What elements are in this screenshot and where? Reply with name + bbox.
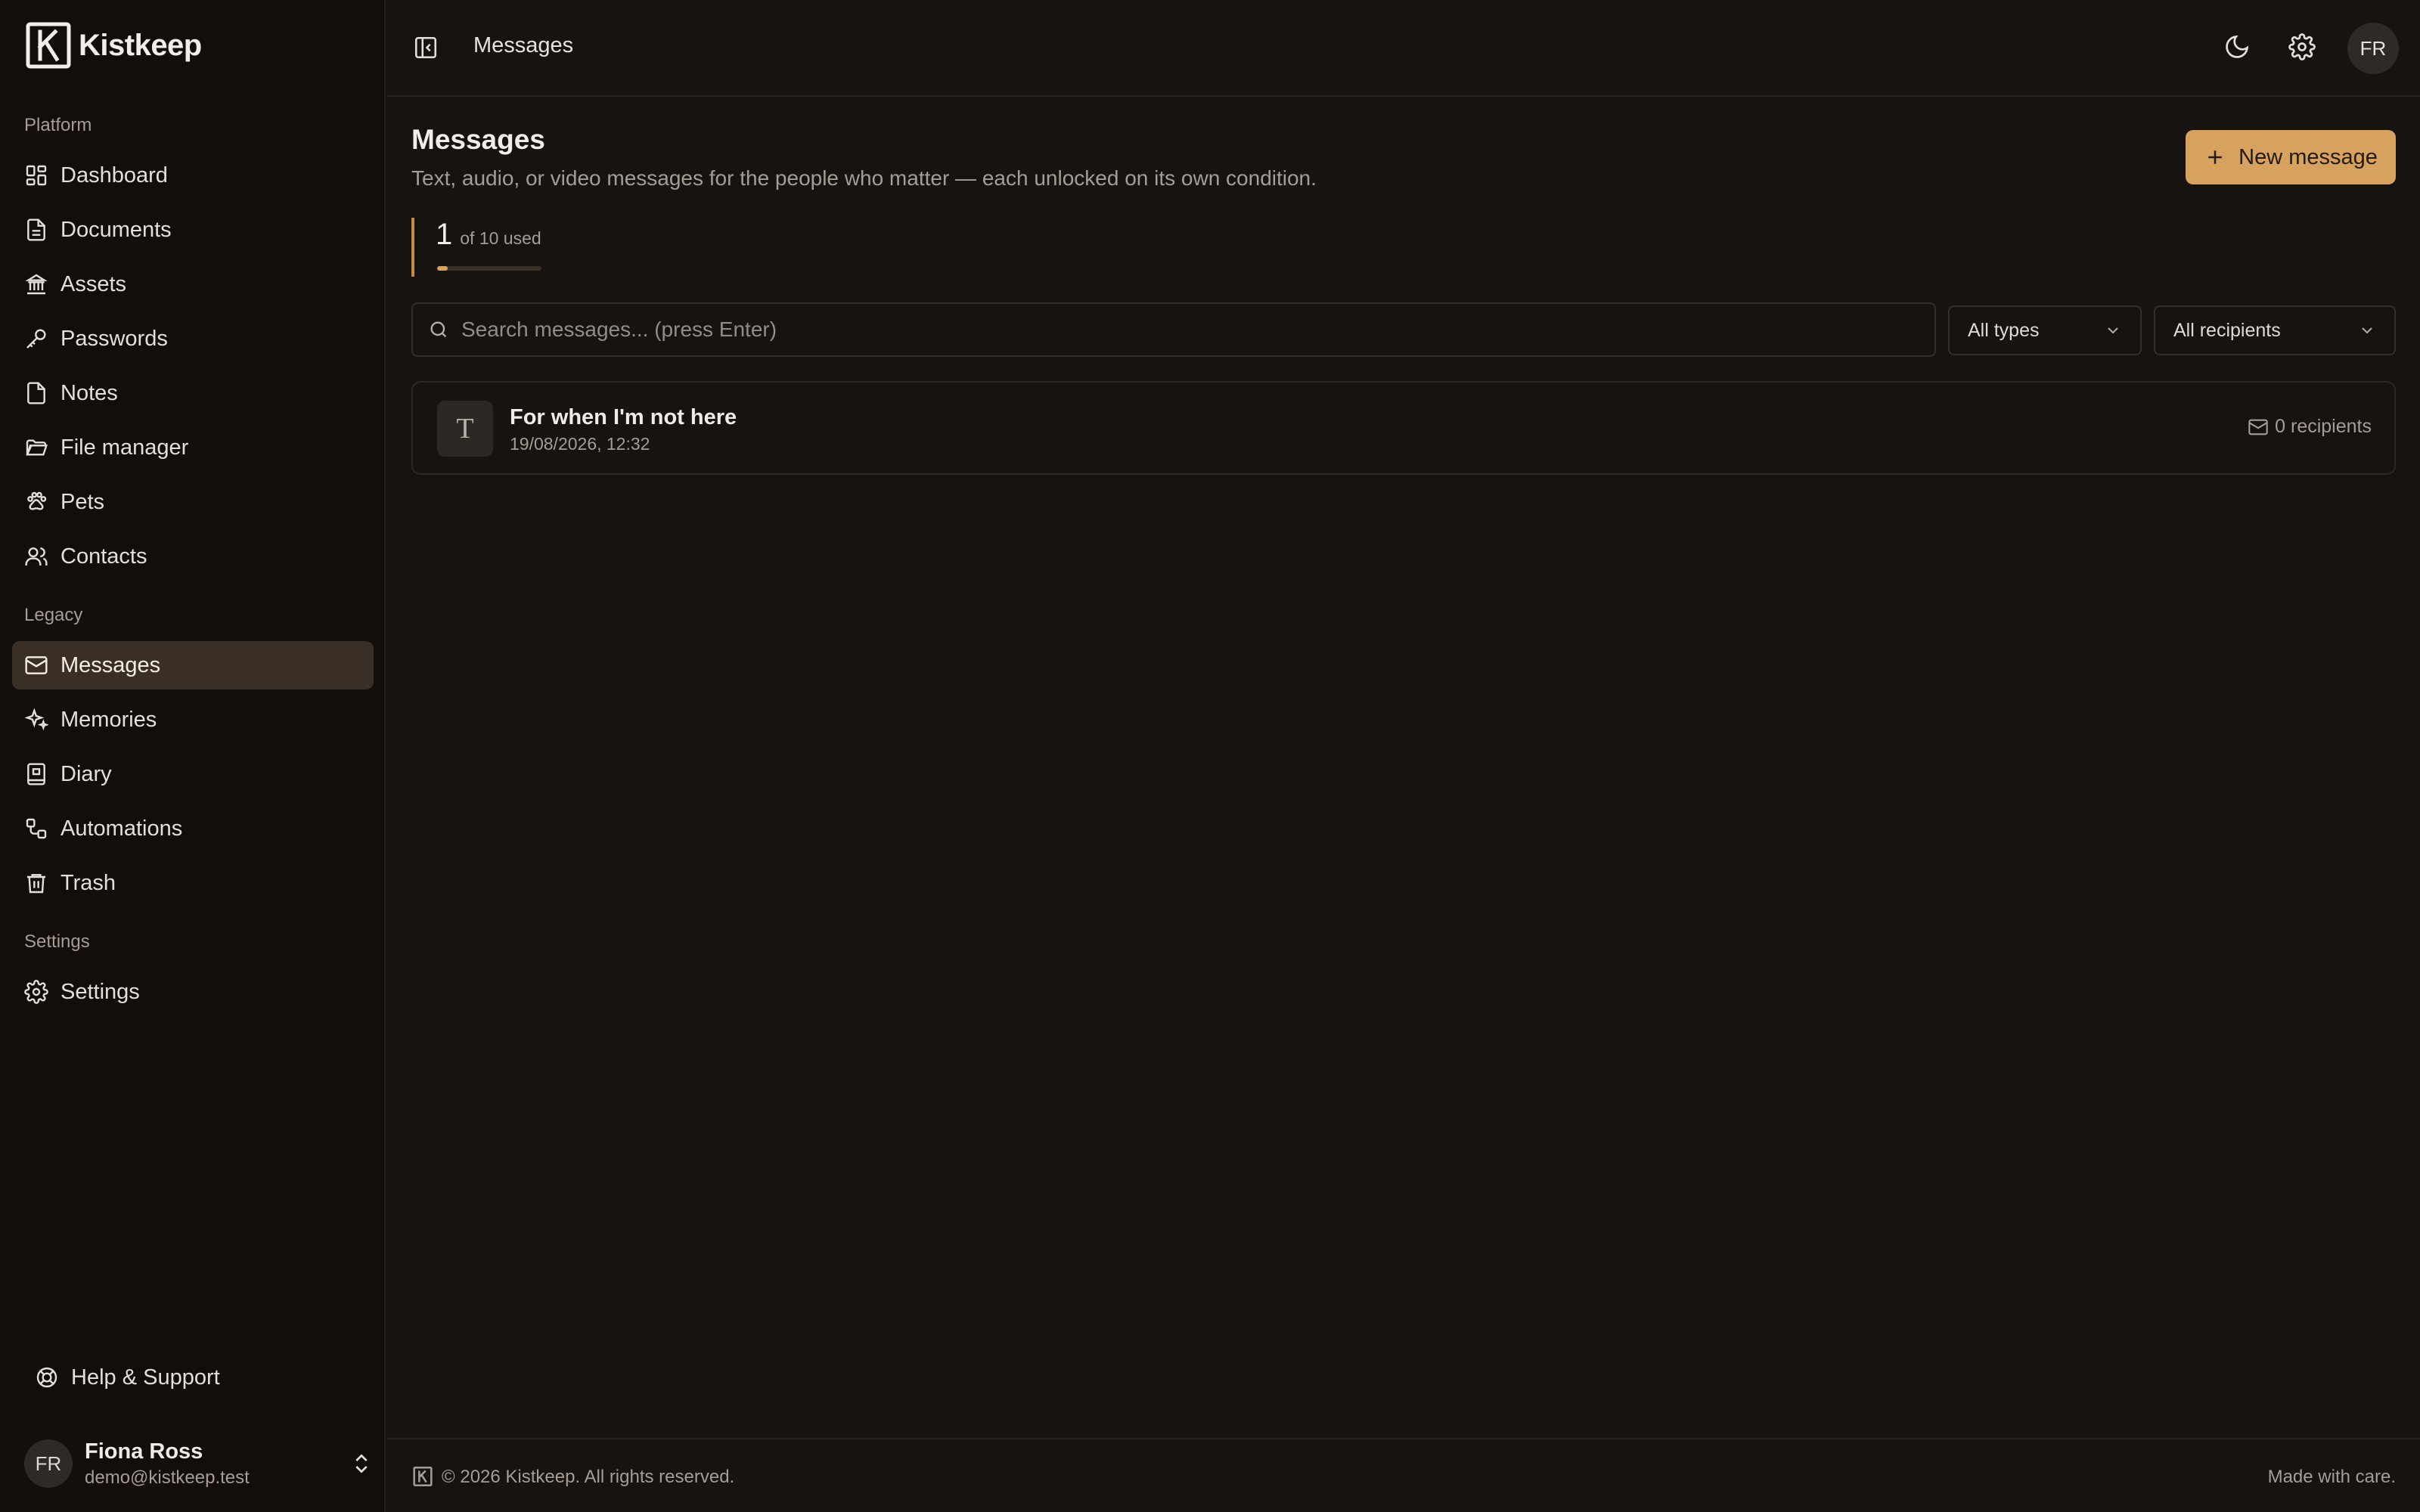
sidebar-item-label: Memories — [60, 707, 157, 732]
user-info: Fiona Ross demo@kistkeep.test — [85, 1439, 349, 1489]
sidebar-item-passwords[interactable]: Passwords — [12, 314, 374, 363]
trash-icon — [27, 874, 45, 894]
sidebar-item-label: Documents — [60, 217, 172, 242]
message-date: 19/08/2026, 12:32 — [510, 434, 650, 454]
avatar: FR — [24, 1439, 73, 1488]
app-name: Kistkeep — [79, 28, 202, 62]
new-message-label: New message — [2238, 144, 2378, 169]
usage-progress-bar — [437, 266, 541, 271]
message-type-text-icon: T — [437, 401, 493, 457]
grid-icon — [26, 165, 47, 186]
recipient-filter-value: All recipients — [2173, 319, 2281, 341]
footer-tagline: Made with care. — [2267, 1467, 2396, 1487]
kistkeep-logo-icon — [413, 1467, 433, 1486]
recipient-filter-select[interactable]: All recipients — [2154, 305, 2396, 355]
sidebar-item-label: Dashboard — [60, 163, 168, 187]
kistkeep-logo-icon — [26, 22, 71, 69]
sidebar-item-label: Diary — [60, 761, 112, 786]
chevrons-up-down-icon — [355, 1454, 368, 1473]
sidebar-item-label: File manager — [60, 435, 189, 460]
sidebar-item-file-manager[interactable]: File manager — [12, 423, 374, 472]
sidebar-item-label: Pets — [60, 489, 105, 514]
help-support-label: Help & Support — [71, 1365, 220, 1390]
footer-copyright: © 2026 Kistkeep. All rights reserved. — [442, 1467, 735, 1487]
usage-progress-fill — [437, 266, 448, 271]
key-icon — [26, 329, 46, 349]
sidebar-item-label: Trash — [60, 870, 116, 895]
book-icon — [27, 763, 45, 785]
sidebar-item-dashboard[interactable]: Dashboard — [12, 151, 374, 200]
plus-icon — [2208, 150, 2222, 164]
page-subtitle: Text, audio, or video messages for the p… — [411, 166, 1317, 190]
sparkles-icon — [24, 708, 48, 731]
sidebar-item-label: Contacts — [60, 544, 147, 569]
chevron-down-icon — [2108, 327, 2118, 334]
document-icon — [27, 218, 45, 241]
gear-icon — [24, 980, 48, 1004]
sidebar-item-memories[interactable]: Memories — [12, 696, 374, 744]
users-icon — [25, 547, 48, 565]
search-input[interactable] — [461, 318, 1934, 342]
moon-icon[interactable] — [2223, 33, 2251, 60]
message-recipients: 0 recipients — [2248, 416, 2372, 438]
sidebar-item-documents[interactable]: Documents — [12, 206, 374, 254]
sidebar-item-diary[interactable]: Diary — [12, 750, 374, 798]
section-label-platform: Platform — [24, 115, 92, 135]
sidebar-item-trash[interactable]: Trash — [12, 859, 374, 907]
paw-icon — [27, 491, 47, 510]
footer: © 2026 Kistkeep. All rights reserved. Ma… — [387, 1438, 2420, 1512]
user-name: Fiona Ross — [85, 1439, 203, 1464]
sidebar-item-label: Notes — [60, 380, 118, 405]
sidebar-item-label: Messages — [60, 652, 161, 677]
message-card[interactable]: T For when I'm not here 19/08/2026, 12:3… — [411, 381, 2396, 475]
message-title: For when I'm not here — [510, 405, 737, 429]
mail-icon — [2248, 419, 2268, 435]
bank-icon — [25, 274, 48, 295]
sidebar-item-messages[interactable]: Messages — [12, 641, 374, 689]
usage-meter: 1 of 10 used — [411, 218, 548, 277]
sidebar-toggle-icon[interactable] — [413, 35, 439, 60]
recipients-count: 0 recipients — [2275, 416, 2372, 437]
sidebar-item-notes[interactable]: Notes — [12, 369, 374, 417]
type-filter-select[interactable]: All types — [1948, 305, 2142, 355]
help-support-link[interactable]: Help & Support — [35, 1359, 220, 1396]
app-logo[interactable]: Kistkeep — [26, 21, 202, 70]
note-icon — [27, 382, 45, 404]
sidebar-item-label: Settings — [60, 979, 140, 1004]
folder-icon — [26, 439, 48, 456]
chevron-down-icon — [2362, 327, 2372, 334]
usage-count: 1 — [436, 218, 453, 251]
sidebar-item-label: Automations — [60, 816, 183, 841]
user-avatar-button[interactable]: FR — [2347, 23, 2399, 74]
sidebar-item-assets[interactable]: Assets — [12, 260, 374, 308]
new-message-button[interactable]: New message — [2186, 130, 2396, 184]
sidebar-item-settings[interactable]: Settings — [12, 968, 374, 1016]
sidebar-item-contacts[interactable]: Contacts — [12, 532, 374, 581]
search-icon — [430, 321, 447, 338]
mail-icon — [25, 656, 48, 674]
sidebar-item-automations[interactable]: Automations — [12, 804, 374, 853]
sidebar: Kistkeep Platform Dashboard Documents As… — [0, 0, 386, 1512]
workflow-icon — [26, 818, 47, 839]
topbar: Messages FR — [387, 0, 2420, 97]
type-filter-value: All types — [1968, 319, 2040, 341]
section-label-legacy: Legacy — [24, 605, 83, 625]
search-box[interactable] — [411, 302, 1936, 357]
sidebar-item-pets[interactable]: Pets — [12, 478, 374, 526]
lifebuoy-icon — [36, 1367, 57, 1388]
sidebar-item-label: Passwords — [60, 326, 168, 351]
section-label-settings: Settings — [24, 931, 90, 952]
user-email: demo@kistkeep.test — [85, 1467, 250, 1488]
settings-gear-icon[interactable] — [2288, 33, 2316, 60]
page-title: Messages — [411, 124, 545, 155]
usage-text: of 10 used — [460, 228, 541, 248]
user-menu[interactable]: FR Fiona Ross demo@kistkeep.test — [24, 1435, 374, 1492]
breadcrumb: Messages — [473, 33, 574, 57]
sidebar-item-label: Assets — [60, 271, 127, 296]
